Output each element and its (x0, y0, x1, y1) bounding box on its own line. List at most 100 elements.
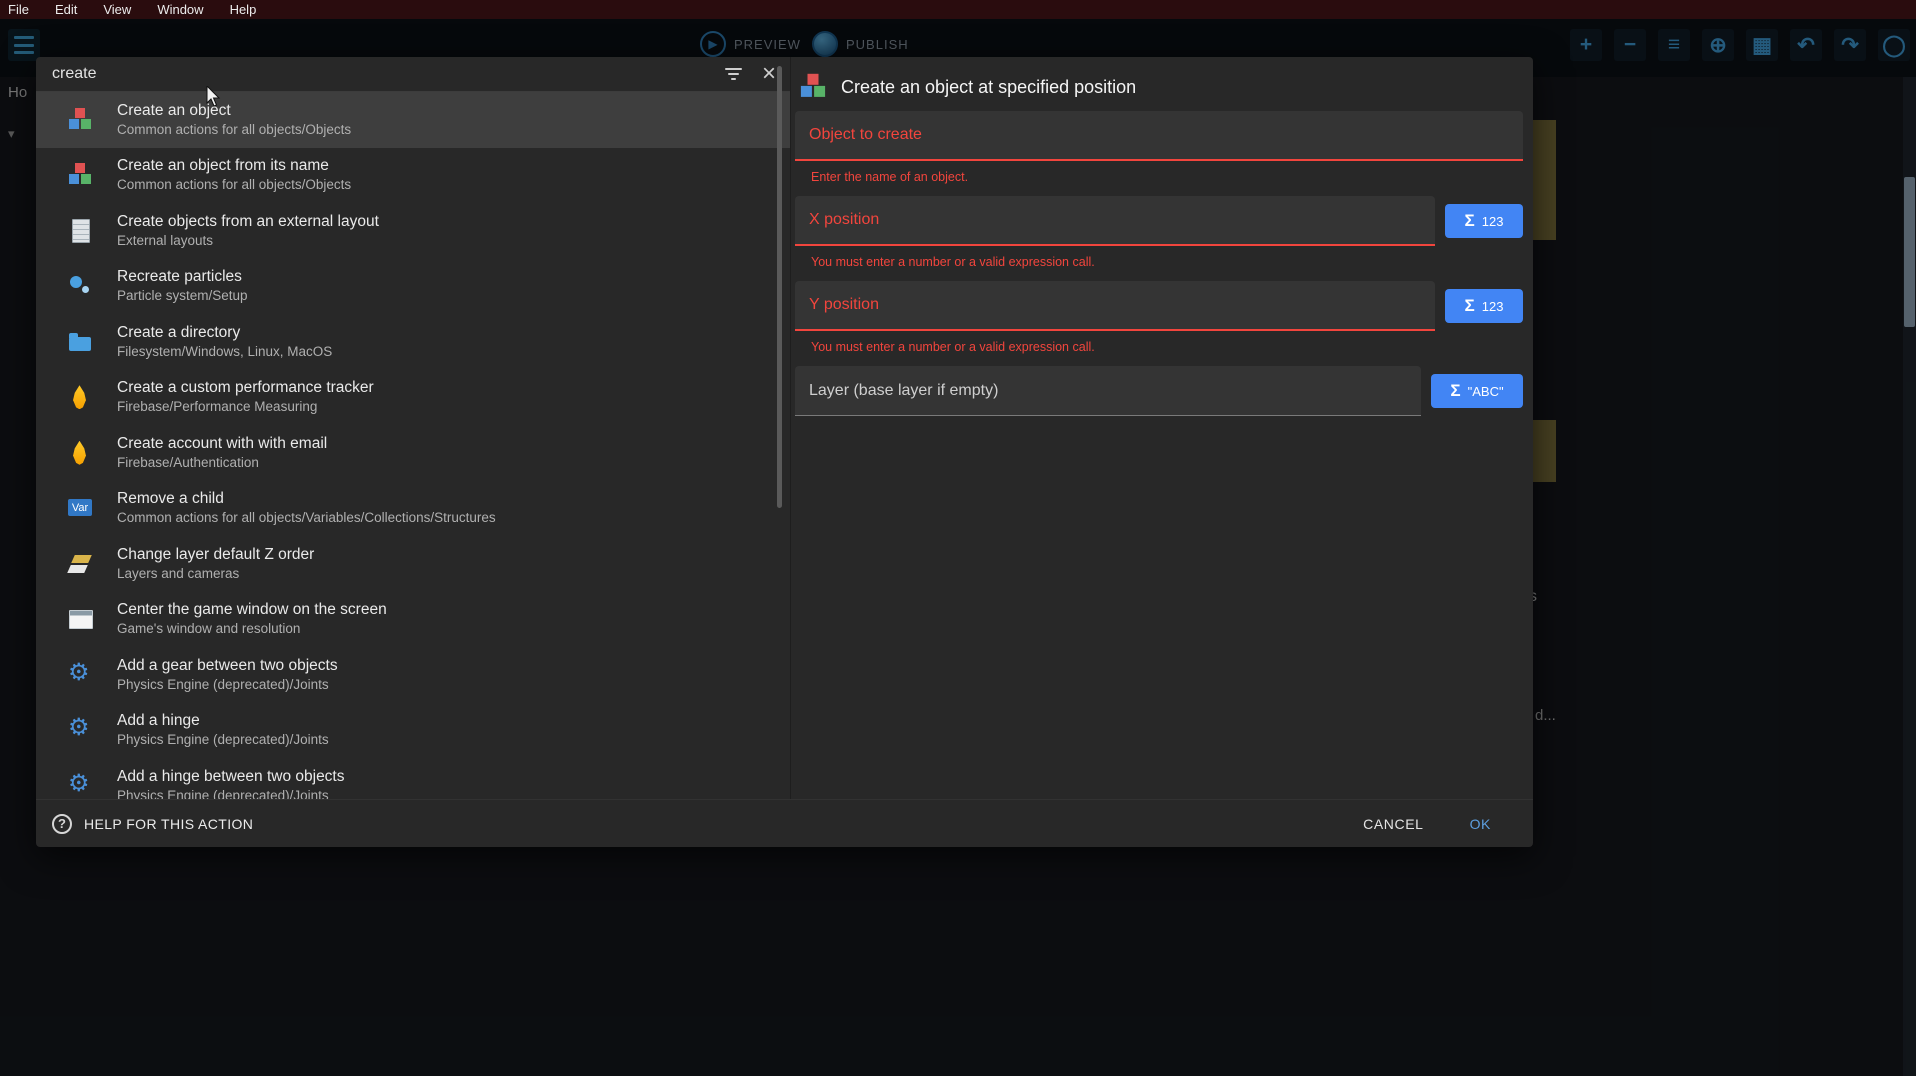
search-input[interactable] (52, 65, 725, 83)
action-title: Create a directory (117, 323, 332, 343)
action-title: Center the game window on the screen (117, 600, 387, 620)
layer-expression-button[interactable]: Σ "ABC" (1431, 374, 1523, 408)
menu-item[interactable]: Edit (55, 2, 77, 17)
action-parameters-panel: Create an object at specified position O… (790, 57, 1533, 799)
action-result-row[interactable]: Create objects from an external layout E… (36, 203, 790, 259)
action-result-text: Create a directory Filesystem/Windows, L… (117, 323, 332, 361)
action-result-row[interactable]: Add a gear between two objects Physics E… (36, 647, 790, 703)
action-title: Create a custom performance tracker (117, 378, 374, 398)
action-result-row[interactable]: Create an object from its name Common ac… (36, 148, 790, 204)
action-result-row[interactable]: Remove a child Common actions for all ob… (36, 481, 790, 537)
action-category: Filesystem/Windows, Linux, MacOS (117, 343, 332, 361)
action-title: Change layer default Z order (117, 545, 314, 565)
menu-item[interactable]: Window (157, 2, 203, 17)
action-category: Game's window and resolution (117, 620, 387, 638)
action-result-row[interactable]: Create a custom performance tracker Fire… (36, 370, 790, 426)
action-result-text: Create objects from an external layout E… (117, 212, 379, 250)
action-result-text: Create a custom performance tracker Fire… (117, 378, 374, 416)
action-detail-title: Create an object at specified position (841, 77, 1136, 98)
object-to-create-field[interactable]: Object to create (795, 111, 1523, 161)
action-category: Firebase/Authentication (117, 454, 327, 472)
y-position-expression-button[interactable]: Σ 123 (1445, 289, 1523, 323)
close-icon[interactable]: × (762, 64, 776, 84)
action-result-text: Remove a child Common actions for all ob… (117, 489, 496, 527)
action-category: Common actions for all objects/Variables… (117, 509, 496, 527)
action-type-icon (66, 383, 94, 411)
cancel-button[interactable]: CANCEL (1357, 808, 1429, 840)
action-category: Physics Engine (deprecated)/Joints (117, 676, 338, 694)
action-category: External layouts (117, 232, 379, 250)
detail-header: Create an object at specified position (791, 57, 1533, 111)
field-label: Layer (base layer if empty) (809, 382, 998, 400)
action-search-panel: × Create an object Common actions for al… (36, 57, 790, 799)
ok-button[interactable]: OK (1464, 808, 1497, 840)
action-result-text: Create account with with email Firebase/… (117, 434, 327, 472)
action-category: Firebase/Performance Measuring (117, 398, 374, 416)
action-type-icon (66, 716, 94, 744)
action-category: Common actions for all objects/Objects (117, 121, 351, 139)
layer-field[interactable]: Layer (base layer if empty) (795, 366, 1421, 416)
help-label: HELP FOR THIS ACTION (84, 816, 253, 832)
action-result-text: Center the game window on the screen Gam… (117, 600, 387, 638)
action-title: Add a hinge between two objects (117, 767, 345, 787)
action-result-text: Create an object Common actions for all … (117, 101, 351, 139)
action-type-icon (66, 605, 94, 633)
action-category: Layers and cameras (117, 565, 314, 583)
action-title: Create account with with email (117, 434, 327, 454)
field-label: Y position (809, 296, 879, 314)
action-type-icon (66, 439, 94, 467)
action-type-icon (66, 494, 94, 522)
action-result-row[interactable]: Add a hinge between two objects Physics … (36, 758, 790, 799)
app-window: FileEditViewWindowHelp ▶ PREVIEW PUBLISH… (0, 0, 1916, 1076)
filter-icon[interactable] (725, 68, 742, 80)
action-result-row[interactable]: Create account with with email Firebase/… (36, 425, 790, 481)
action-result-row[interactable]: Center the game window on the screen Gam… (36, 592, 790, 648)
results-scrollbar-thumb[interactable] (777, 66, 782, 508)
dialog-footer: ? HELP FOR THIS ACTION CANCEL OK (36, 799, 1533, 847)
field-error-text: You must enter a number or a valid expre… (811, 255, 1533, 269)
action-type-icon (66, 217, 94, 245)
search-row: × (36, 57, 790, 92)
action-result-row[interactable]: Change layer default Z order Layers and … (36, 536, 790, 592)
x-position-field[interactable]: X position (795, 196, 1435, 246)
menu-item[interactable]: Help (230, 2, 257, 17)
action-result-text: Add a hinge Physics Engine (deprecated)/… (117, 711, 329, 749)
action-category: Physics Engine (deprecated)/Joints (117, 787, 345, 799)
action-type-icon (66, 106, 94, 134)
x-position-expression-button[interactable]: Σ 123 (1445, 204, 1523, 238)
action-title: Remove a child (117, 489, 496, 509)
action-result-row[interactable]: Add a hinge Physics Engine (deprecated)/… (36, 703, 790, 759)
action-type-icon (798, 72, 829, 103)
field-error-text: You must enter a number or a valid expre… (811, 340, 1533, 354)
action-result-text: Add a hinge between two objects Physics … (117, 767, 345, 799)
action-result-text: Create an object from its name Common ac… (117, 156, 351, 194)
action-type-icon (66, 272, 94, 300)
choose-action-dialog: × Create an object Common actions for al… (36, 57, 1533, 847)
action-type-icon (66, 328, 94, 356)
action-title: Create objects from an external layout (117, 212, 379, 232)
action-results-list[interactable]: Create an object Common actions for all … (36, 92, 790, 799)
action-result-row[interactable]: Recreate particles Particle system/Setup (36, 259, 790, 315)
sigma-icon: Σ (1465, 211, 1475, 231)
action-type-icon (66, 550, 94, 578)
help-icon: ? (52, 814, 72, 834)
y-position-field[interactable]: Y position (795, 281, 1435, 331)
menu-bar: File Edit View Window Help (0, 0, 1916, 19)
field-label: Object to create (809, 126, 922, 144)
action-result-row[interactable]: Create a directory Filesystem/Windows, L… (36, 314, 790, 370)
action-type-icon (66, 661, 94, 689)
action-type-icon (66, 772, 94, 799)
action-category: Common actions for all objects/Objects (117, 176, 351, 194)
menu-item[interactable]: File (8, 2, 29, 17)
action-category: Particle system/Setup (117, 287, 248, 305)
help-for-action-button[interactable]: ? HELP FOR THIS ACTION (52, 814, 253, 834)
action-result-text: Add a gear between two objects Physics E… (117, 656, 338, 694)
action-result-text: Change layer default Z order Layers and … (117, 545, 314, 583)
sigma-icon: Σ (1465, 296, 1475, 316)
field-error-text: Enter the name of an object. (811, 170, 1533, 184)
menu-item[interactable]: View (103, 2, 131, 17)
action-result-row[interactable]: Create an object Common actions for all … (36, 92, 790, 148)
expression-type-label: 123 (1482, 299, 1504, 314)
expression-type-label: "ABC" (1468, 384, 1504, 399)
sigma-icon: Σ (1450, 381, 1460, 401)
